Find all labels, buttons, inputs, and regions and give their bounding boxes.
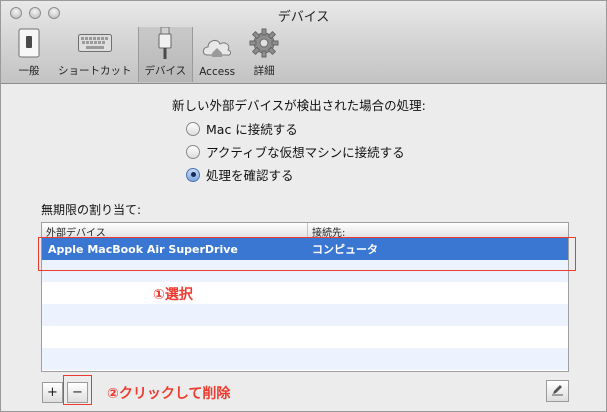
annotation-select: ①選択 — [153, 287, 193, 303]
option-label: 処理を確認する — [206, 168, 294, 183]
edit-button[interactable] — [546, 380, 569, 402]
remove-highlight — [63, 375, 92, 405]
tab-advanced[interactable]: 詳細 — [241, 27, 287, 82]
radio-button[interactable] — [186, 167, 200, 182]
empty-row — [42, 282, 568, 304]
tab-label: デバイス — [144, 65, 187, 77]
radio-button[interactable] — [186, 121, 200, 136]
empty-row — [42, 348, 568, 370]
empty-row — [42, 326, 568, 348]
option-connect-mac[interactable]: Mac に接続する — [186, 119, 298, 138]
tab-label: ショートカット — [58, 65, 132, 77]
assignment-label: 無期限の割り当て: — [41, 203, 142, 217]
window-title: デバイス — [277, 10, 330, 25]
tab-general[interactable]: 一般 — [6, 27, 52, 82]
table-header: 外部デバイス 接続先: — [42, 223, 568, 239]
window-toolbar: デバイス 一般 ショートカット デバイス Access 詳細 — [1, 1, 606, 84]
radio-button[interactable] — [186, 144, 200, 159]
annotation-delete: ②クリックして削除 — [107, 386, 231, 402]
preference-tabs: 一般 ショートカット デバイス Access 詳細 — [6, 27, 287, 82]
empty-row — [42, 304, 568, 326]
add-button[interactable]: + — [42, 382, 63, 403]
devices-pane: 新しい外部デバイスが検出された場合の処理: Mac に接続する アクティブな仮想… — [1, 85, 606, 411]
pencil-icon — [551, 383, 564, 400]
column-header-target[interactable]: 接続先: — [308, 223, 349, 239]
usb-cable-icon — [148, 27, 182, 59]
tab-shortcuts[interactable]: ショートカット — [52, 27, 138, 82]
option-label: Mac に接続する — [206, 122, 298, 137]
column-header-device[interactable]: 外部デバイス — [42, 223, 308, 239]
tab-label: 一般 — [18, 65, 40, 77]
gear-icon — [247, 27, 281, 59]
option-connect-vm[interactable]: アクティブな仮想マシンに接続する — [186, 142, 405, 161]
connection-question: 新しい外部デバイスが検出された場合の処理: — [172, 98, 426, 113]
tab-access[interactable]: Access — [193, 27, 241, 82]
option-label: アクティブな仮想マシンに接続する — [206, 145, 405, 160]
tab-label: Access — [199, 66, 236, 78]
option-ask[interactable]: 処理を確認する — [186, 165, 294, 184]
tab-label: 詳細 — [253, 65, 275, 77]
keyboard-icon — [77, 27, 112, 59]
preferences-window: デバイス 一般 ショートカット デバイス Access 詳細 新しい外部デバイス… — [0, 0, 607, 412]
tab-devices[interactable]: デバイス — [137, 27, 194, 82]
switch-icon — [12, 27, 46, 59]
selection-highlight — [38, 237, 576, 271]
cloud-house-icon — [200, 30, 234, 62]
